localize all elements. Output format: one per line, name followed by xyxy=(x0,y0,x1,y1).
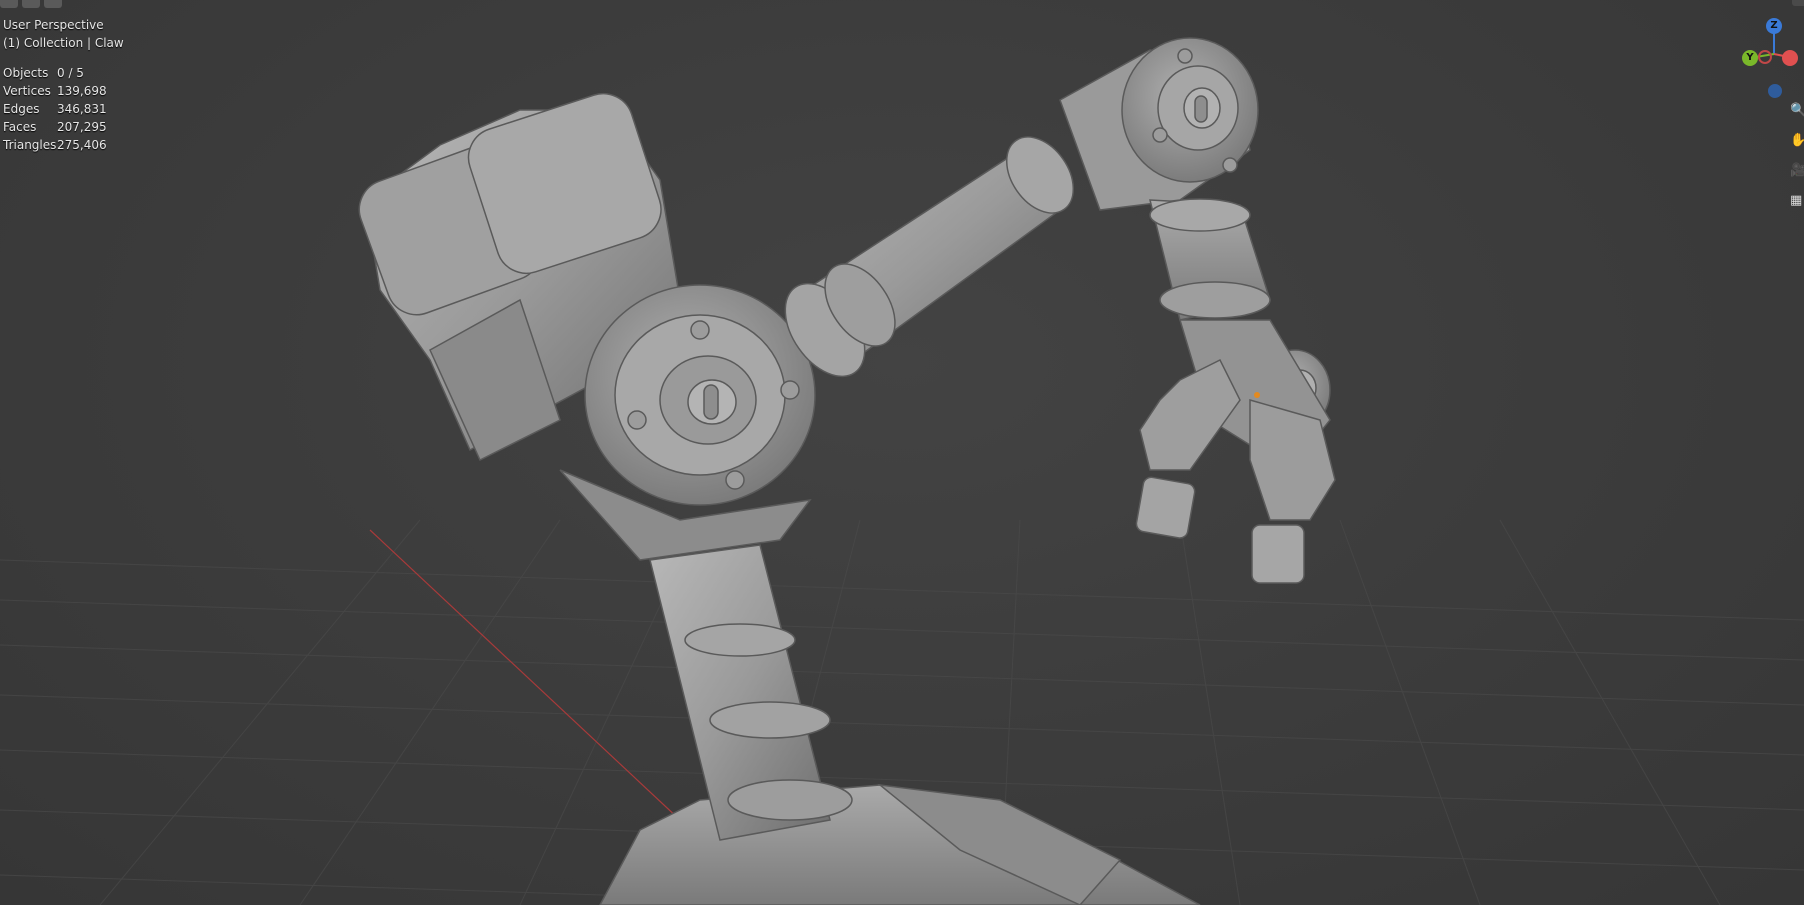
stat-row-objects: Objects 0 / 5 xyxy=(3,64,107,82)
options-button[interactable] xyxy=(1792,0,1804,6)
stat-row-vertices: Vertices 139,698 xyxy=(3,82,107,100)
navigation-gizmo[interactable]: Z Y xyxy=(1736,16,1804,106)
viewport-tools: 🔍 ✋ 🎥 ▦ xyxy=(1790,100,1804,220)
neg-z-axis-button[interactable] xyxy=(1768,84,1782,98)
view-menu-icon[interactable] xyxy=(22,0,40,8)
stat-row-triangles: Triangles 275,406 xyxy=(3,136,107,154)
header-toolbar xyxy=(0,0,62,8)
robot-base xyxy=(599,784,1201,905)
zoom-icon[interactable]: 🔍 xyxy=(1790,100,1804,122)
x-axis-button[interactable] xyxy=(1782,50,1798,66)
view-name: User Perspective xyxy=(3,18,104,32)
stat-value: 0 / 5 xyxy=(57,66,84,80)
x-axis-line xyxy=(369,529,681,821)
stat-value: 346,831 xyxy=(57,102,107,116)
scene-canvas[interactable] xyxy=(0,0,1804,905)
stat-label: Faces xyxy=(3,120,37,134)
stat-label: Objects xyxy=(3,66,49,80)
stat-value: 275,406 xyxy=(57,138,107,152)
stat-label: Edges xyxy=(3,102,40,116)
editor-type-icon[interactable] xyxy=(0,0,18,8)
scene-statistics: Objects 0 / 5 Vertices 139,698 Edges 346… xyxy=(3,64,107,154)
grid-icon[interactable]: ▦ xyxy=(1790,190,1804,212)
stat-row-edges: Edges 346,831 xyxy=(3,100,107,118)
select-mode-icon[interactable] xyxy=(44,0,62,8)
hand-icon[interactable]: ✋ xyxy=(1790,130,1804,152)
stat-value: 207,295 xyxy=(57,120,107,134)
3d-viewport[interactable]: User Perspective (1) Collection | Claw O… xyxy=(0,0,1804,905)
stat-value: 139,698 xyxy=(57,84,107,98)
stat-label: Triangles xyxy=(3,138,57,152)
z-axis-button[interactable]: Z xyxy=(1766,18,1782,34)
collection-label: (1) Collection | Claw xyxy=(3,36,124,50)
stat-row-faces: Faces 207,295 xyxy=(3,118,107,136)
robot-arm-model xyxy=(358,37,1336,905)
camera-icon[interactable]: 🎥 xyxy=(1790,160,1804,182)
view-info: User Perspective (1) Collection | Claw xyxy=(3,16,124,52)
neg-y-axis-button[interactable] xyxy=(1758,50,1772,64)
claw-finger-left xyxy=(1139,358,1241,471)
y-axis-button[interactable]: Y xyxy=(1742,50,1758,66)
stat-label: Vertices xyxy=(3,84,51,98)
